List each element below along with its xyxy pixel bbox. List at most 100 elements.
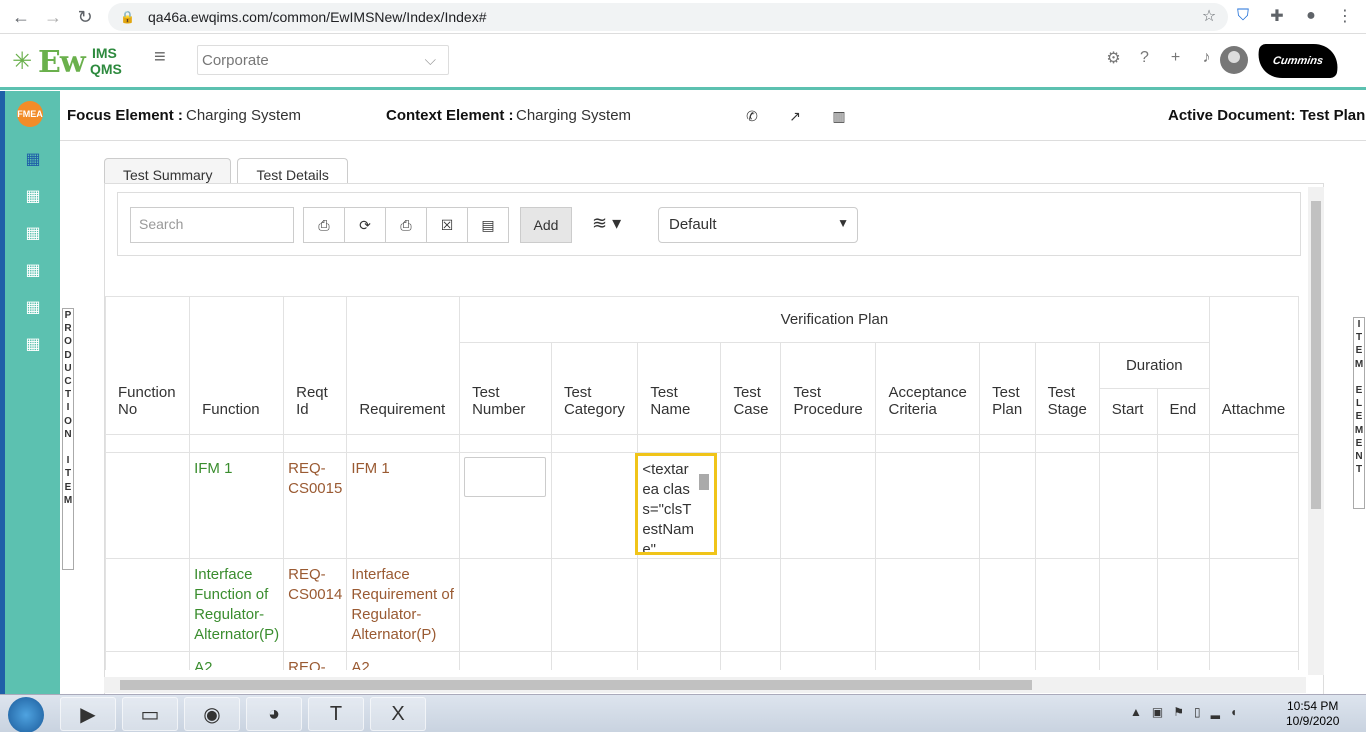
pdf-icon[interactable]: ⎙ [303, 207, 345, 243]
test-number-textarea[interactable] [464, 457, 547, 497]
building-icon[interactable]: ▦ [25, 260, 41, 280]
shield-icon[interactable]: ⛉ [1232, 5, 1254, 27]
app-tray-icon[interactable]: ▣ [1152, 705, 1163, 719]
help-icon[interactable]: ? [1135, 48, 1154, 67]
cell-function: Interface Function of Regulator-Alternat… [189, 558, 285, 652]
media-player-icon[interactable]: ▶ [60, 697, 116, 731]
profile-icon[interactable]: ● [1300, 5, 1322, 27]
network-icon[interactable]: ⚑ [1173, 705, 1184, 719]
refresh-icon[interactable]: ⟳ [344, 207, 386, 243]
address-bar[interactable]: 🔒 qa46a.ewqims.com/common/EwIMSNew/Index… [108, 3, 1228, 31]
table-row: A2 REQ- A2 [105, 651, 1299, 670]
vertical-letter: T [64, 389, 72, 401]
building-icon[interactable]: ▦ [25, 223, 41, 243]
hamburger-icon[interactable]: ≡ [154, 46, 172, 69]
vertical-letter: E [1355, 411, 1363, 423]
vertical-letter: U [64, 362, 72, 374]
textarea-scrollbar[interactable] [697, 460, 711, 540]
horizontal-scrollbar[interactable] [104, 677, 1306, 693]
vertical-letter [1354, 371, 1364, 384]
app-header: ✳ Ew IMS QMS ≡ Corporate ⌵ ⚙ ? + ♪ Cummi… [0, 34, 1366, 90]
bell-icon[interactable]: ♪ [1197, 48, 1216, 67]
chart-icon[interactable]: ▥ [830, 107, 848, 125]
cell-requirement: Interface Requirement of Regulator-Alter… [346, 558, 461, 652]
ewqims-logo[interactable]: ✳ Ew IMS QMS [12, 43, 122, 80]
cell-requirement: IFM 1 [346, 452, 461, 559]
cell-reqt-id: REQ-CS0015 [283, 452, 348, 559]
header-reqt-id: Reqt Id [283, 296, 348, 435]
chevron-down-icon: ▼ [837, 216, 849, 230]
corporate-select[interactable]: Corporate ⌵ [197, 45, 449, 75]
vertical-letter: C [64, 376, 72, 388]
tab-test-details[interactable]: Test Details [237, 158, 348, 184]
main-panel: Test Summary Test Details Search ⎙ ⟳ ⎙ ☒… [74, 141, 1344, 695]
content-box: Search ⎙ ⟳ ⎙ ☒ ▤ Add ≋ ▾ Default ▼ Funct… [104, 183, 1324, 695]
view-select[interactable]: Default ▼ [658, 207, 858, 243]
active-document: Active Document: Test Plan [1168, 107, 1366, 124]
excel-icon[interactable]: ☒ [426, 207, 468, 243]
chevron-up-icon[interactable]: ▲ [1130, 705, 1142, 719]
print-icon[interactable]: ⎙ [385, 207, 427, 243]
search-input[interactable]: Search [130, 207, 294, 243]
add-button[interactable]: Add [520, 207, 572, 243]
vertical-letter: N [64, 428, 72, 440]
volume-icon[interactable]: ◖ [1230, 705, 1237, 719]
file-explorer-icon[interactable]: ▭ [122, 697, 178, 731]
external-link-icon[interactable]: ↗ [786, 107, 804, 125]
device-icon[interactable]: ▯ [1194, 705, 1201, 719]
vertical-letter: M [1354, 358, 1364, 370]
test-name-textarea[interactable]: <textarea class="clsTestName" [635, 453, 718, 555]
cell-reqt-id: REQ-CS0014 [283, 558, 348, 652]
cummins-logo: Cummins [1254, 44, 1342, 78]
chrome-icon[interactable]: ◉ [184, 697, 240, 731]
vertical-letter: E [1355, 345, 1363, 357]
fmea-badge[interactable]: FMEA [17, 101, 43, 127]
item-element-tab[interactable]: ITEM ELEMENT [1353, 317, 1365, 509]
header-test-case: Test Case [720, 342, 782, 435]
vertical-letter: D [64, 349, 72, 361]
context-bar: Focus Element : Charging System Context … [60, 91, 1366, 141]
layers-icon[interactable]: ≋ ▾ [592, 213, 632, 237]
signal-icon[interactable]: ▂ [1211, 705, 1220, 719]
lock-icon: 🔒 [120, 10, 135, 24]
back-icon[interactable]: ← [6, 2, 36, 32]
test-details-table: Function No Function Reqt Id Requirement… [105, 296, 1299, 670]
vertical-letter: M [1354, 424, 1364, 436]
header-test-plan: Test Plan [979, 342, 1036, 435]
building-icon[interactable]: ▦ [25, 186, 41, 206]
excel-icon[interactable]: X [370, 697, 426, 731]
vertical-letter: T [1355, 464, 1363, 476]
building-icon[interactable]: ▦ [25, 149, 41, 169]
forward-icon[interactable]: → [38, 2, 68, 32]
tab-test-summary[interactable]: Test Summary [104, 158, 232, 184]
start-button[interactable] [8, 697, 44, 732]
vertical-letter: R [64, 323, 72, 335]
word-icon[interactable]: ▤ [467, 207, 509, 243]
header-test-category: Test Category [550, 342, 639, 435]
vertical-letter: E [1355, 437, 1363, 449]
header-end: End [1156, 388, 1210, 435]
header-function: Function [189, 296, 285, 435]
reload-icon[interactable]: ↻ [70, 2, 100, 32]
vertical-scrollbar[interactable] [1308, 187, 1324, 675]
building-icon[interactable]: ▦ [25, 297, 41, 317]
menu-icon[interactable]: ⋮ [1334, 5, 1356, 27]
header-verification-plan: Verification Plan [459, 296, 1210, 343]
star-icon[interactable]: ☆ [1198, 5, 1220, 27]
context-element-label: Context Element : [386, 107, 514, 124]
system-clock[interactable]: 10:54 PM 10/9/2020 [1286, 699, 1339, 729]
add-icon[interactable]: + [1166, 48, 1185, 67]
vertical-letter: I [66, 455, 70, 467]
phone-icon[interactable]: ✆ [743, 107, 761, 125]
context-element-value: Charging System [516, 107, 632, 124]
chevron-down-icon: ⌵ [424, 52, 436, 69]
logo-star-icon: ✳ [12, 48, 33, 75]
table-row: IFM 1 REQ-CS0015 IFM 1 <textarea class="… [105, 452, 1299, 559]
firefox-icon[interactable]: ◕ [246, 697, 302, 731]
production-item-tab[interactable]: PRODUCTION ITEM [62, 308, 74, 570]
user-avatar[interactable] [1220, 46, 1248, 74]
building-icon[interactable]: ▦ [25, 334, 41, 354]
teams-icon[interactable]: T [308, 697, 364, 731]
extensions-icon[interactable]: ✚ [1266, 5, 1288, 27]
gear-icon[interactable]: ⚙ [1104, 48, 1123, 67]
